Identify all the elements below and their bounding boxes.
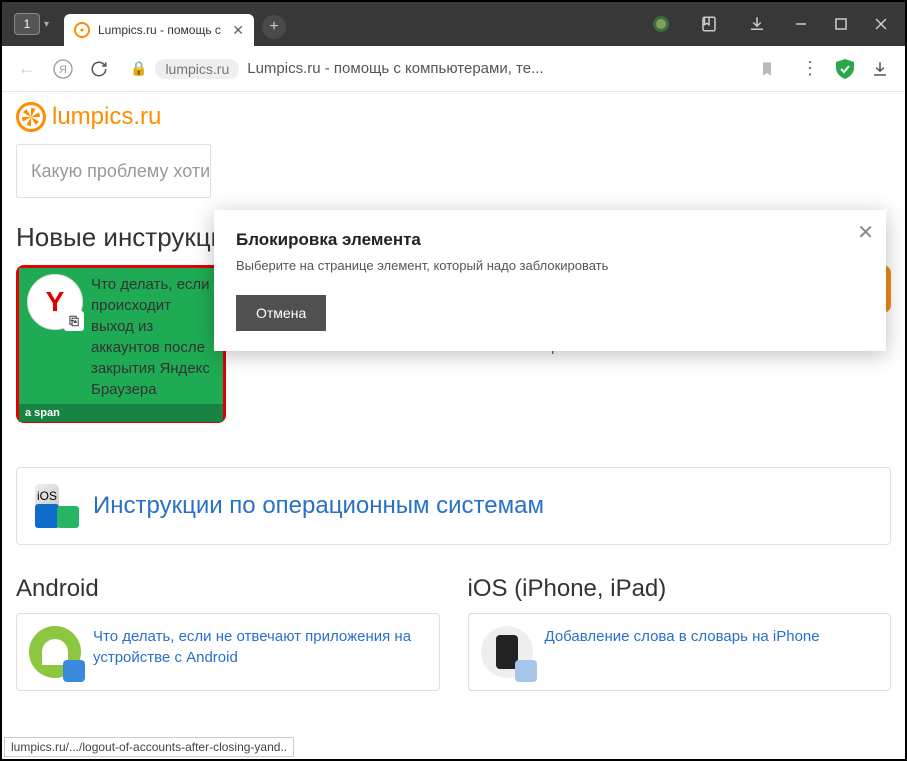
popup-cancel-button[interactable]: Отмена [236,295,326,331]
sub-badge-icon [63,660,85,682]
popup-description: Выберите на странице элемент, который на… [236,258,864,273]
android-heading: Android [16,575,440,603]
yandex-home-icon[interactable]: Я [50,56,76,82]
card-link: Что делать, если происходит выход из акк… [91,274,215,400]
android-link: Что делать, если не отвечают приложения … [93,626,427,668]
new-tab-button[interactable]: + [262,15,286,39]
window-maximize[interactable] [821,8,861,40]
tab-title: Lumpics.ru - помощь с [98,23,224,37]
ios-link: Добавление слова в словарь на iPhone [545,626,820,647]
window-titlebar: 1 ▾ Lumpics.ru - помощь с ✕ + [2,2,905,46]
address-bar: ← Я 🔒 lumpics.ru Lumpics.ru - помощь с к… [2,46,905,92]
site-logo[interactable]: lumpics.ru [16,102,891,132]
lock-icon: 🔒 [130,60,147,77]
extension-icon[interactable] [651,14,671,34]
col-ios: iOS (iPhone, iPad) Добавление слова в сл… [468,575,892,691]
svg-text:Я: Я [59,64,67,76]
url-box[interactable]: 🔒 lumpics.ru Lumpics.ru - помощь с компь… [122,52,787,86]
two-columns: Android Что делать, если не отвечают при… [16,575,891,691]
adblock-shield-icon[interactable] [833,57,857,81]
bookmarks-icon[interactable] [699,14,719,34]
downloads-icon[interactable] [747,14,767,34]
windows-mini-icon [35,504,59,528]
os-icons: iOS [35,484,79,528]
tab-count[interactable]: 1 [14,13,40,35]
url-page-title: Lumpics.ru - помощь с компьютерами, те..… [247,60,543,77]
android-icon [29,626,81,678]
sub-badge-icon [515,660,537,682]
download-button[interactable] [867,56,893,82]
status-bar: lumpics.ru/.../logout-of-accounts-after-… [4,737,294,757]
popup-close-icon[interactable]: ✕ [857,220,874,245]
menu-button[interactable]: ⋮ [797,56,823,82]
logo-icon [16,102,46,132]
os-bar-text: Инструкции по операционным системам [93,492,544,520]
col-android: Android Что делать, если не отвечают при… [16,575,440,691]
window-close[interactable] [861,8,901,40]
card-highlighted[interactable]: Y⎘ Что делать, если происходит выход из … [16,265,226,423]
page-content: lumpics.ru Какую проблему хотите решить?… [2,92,905,701]
window-minimize[interactable] [781,8,821,40]
tab-favicon [74,22,90,38]
tab-close-icon[interactable]: ✕ [232,22,244,39]
ios-heading: iOS (iPhone, iPad) [468,575,892,603]
exit-sub-icon: ⎘ [64,311,84,331]
android-mini-icon [57,506,79,528]
android-card[interactable]: Что делать, если не отвечают приложения … [16,613,440,691]
tabs-dropdown-icon[interactable]: ▾ [44,19,58,30]
browser-tab[interactable]: Lumpics.ru - помощь с ✕ [64,14,254,46]
ios-icon [481,626,533,678]
reload-button[interactable] [86,56,112,82]
url-domain: lumpics.ru [155,59,239,79]
site-search-input[interactable]: Какую проблему хотите решить? [16,144,211,198]
adblock-popup: ✕ Блокировка элемента Выберите на страни… [214,210,886,351]
logo-text: lumpics.ru [52,103,161,131]
highlight-footer: a span [19,404,223,422]
bookmark-icon[interactable] [759,61,775,77]
card-icon-yandex: Y⎘ [27,274,83,330]
os-instructions-bar[interactable]: iOS Инструкции по операционным системам [16,467,891,545]
back-button[interactable]: ← [14,56,40,82]
popup-title: Блокировка элемента [236,230,864,250]
ios-card[interactable]: Добавление слова в словарь на iPhone [468,613,892,691]
